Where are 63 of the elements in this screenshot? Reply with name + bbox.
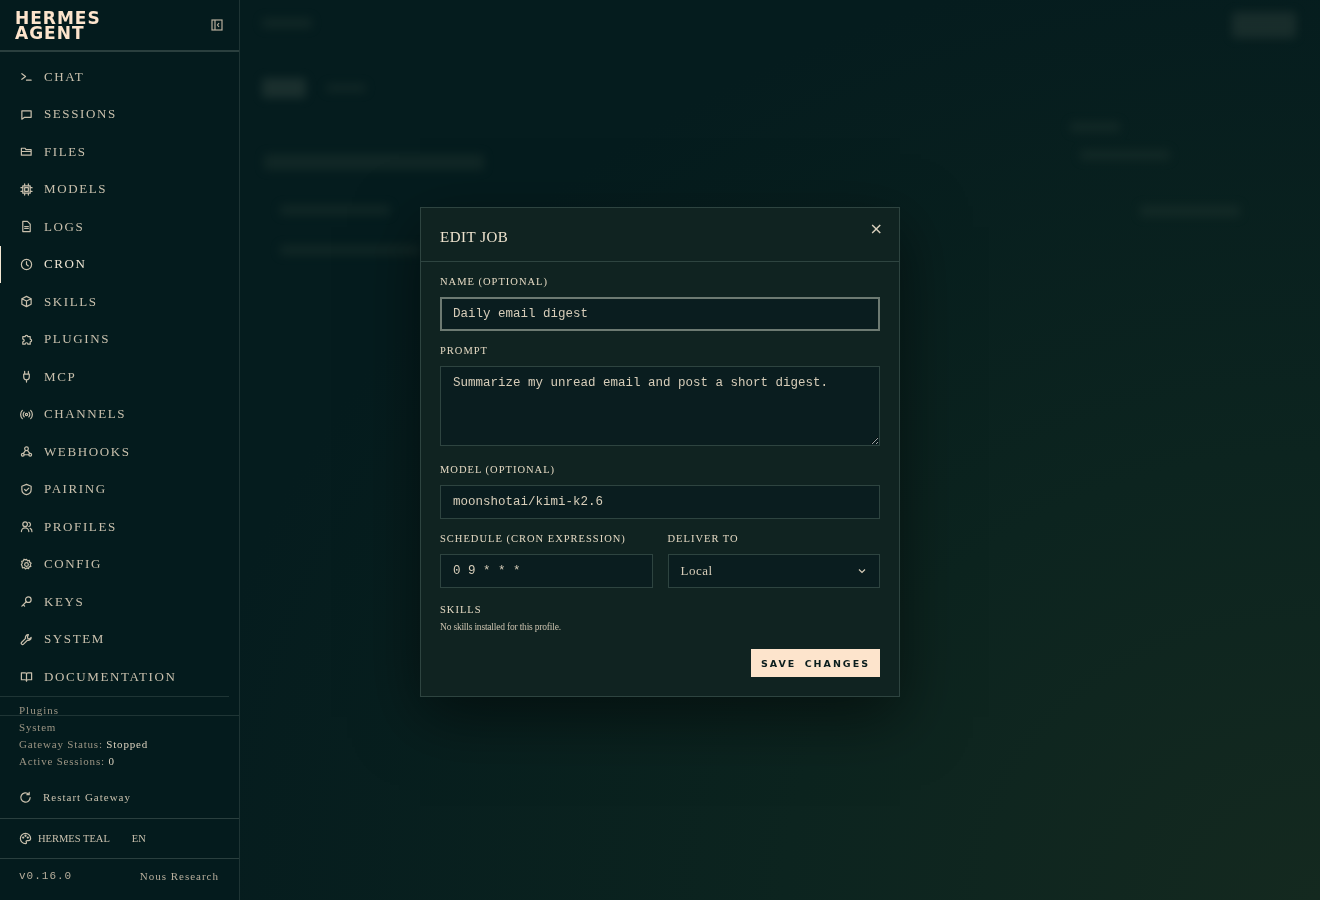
field-label: MODEL (OPTIONAL) [440, 464, 557, 477]
nav-item[interactable]: SKILLS [0, 283, 229, 321]
chevron-down-icon [857, 566, 867, 576]
nav-item[interactable]: DOCUMENTATION [0, 658, 229, 696]
shield-check-icon [20, 482, 33, 496]
system-heading: System [19, 720, 58, 733]
input-field[interactable]: 0 9 * * * [440, 554, 653, 588]
nav-item[interactable]: CONFIG [0, 545, 229, 583]
nav-item[interactable]: SYSTEM [0, 620, 229, 658]
status-line: Gateway Status: Stopped [19, 737, 149, 750]
field-label: NAME (OPTIONAL) [440, 276, 550, 289]
puzzle-icon [20, 332, 33, 346]
field-label: DELIVER TO [667, 533, 740, 546]
nav-item[interactable]: LOGS [0, 208, 229, 246]
status-line: Active Sessions: 0 [19, 754, 116, 767]
webhook-icon [20, 445, 33, 459]
theme-button[interactable]: HERMES TEAL [19, 831, 110, 845]
dialog-title: EDIT JOB [440, 229, 509, 246]
nav-item[interactable]: KEYS [0, 583, 229, 621]
nav-item[interactable]: FILES [0, 133, 229, 171]
nav-item[interactable]: MCP [0, 358, 229, 396]
wrench-icon [20, 632, 33, 646]
folder-icon [20, 145, 33, 159]
app-logo: HERMES AGENT [15, 11, 101, 41]
input-field[interactable]: Daily email digest [440, 297, 880, 331]
field-label: SKILLS [440, 604, 483, 617]
field-label: SCHEDULE (CRON EXPRESSION) [440, 533, 627, 546]
nav-item[interactable]: CRON [0, 245, 229, 283]
chat-bubble-icon [20, 107, 33, 121]
skills-note: No skills installed for this profile. [440, 622, 562, 632]
collapse-sidebar-icon[interactable] [211, 19, 223, 31]
chip-icon [20, 182, 33, 196]
select-field[interactable]: Local [667, 554, 880, 588]
terminal-icon [20, 70, 33, 84]
prompt-field[interactable]: Summarize my unread email and post a short digest. [440, 366, 880, 446]
palette-icon [19, 831, 32, 845]
refresh-icon [19, 790, 32, 804]
nav-item[interactable]: PROFILES [0, 508, 229, 546]
nav-item[interactable]: PLUGINS [0, 320, 229, 358]
nav-item[interactable]: WEBHOOKS [0, 433, 229, 471]
nav-item[interactable]: MODELS [0, 170, 229, 208]
plug-icon [20, 370, 33, 384]
credit-link[interactable]: Nous Research [139, 869, 219, 882]
cube-icon [20, 295, 33, 309]
key-icon [20, 595, 33, 609]
version-label: v0.16.0 [19, 869, 73, 882]
save-changes-button[interactable]: SAVE CHANGES [750, 649, 880, 677]
users-icon [20, 520, 33, 534]
nav-item[interactable]: SESSIONS [0, 95, 229, 133]
close-button[interactable]: × [867, 220, 885, 238]
document-icon [20, 220, 33, 234]
section-heading: Plugins [0, 696, 239, 716]
language-button[interactable]: EN [131, 832, 146, 844]
nav-item[interactable]: CHAT [0, 58, 229, 96]
nav-item[interactable]: CHANNELS [0, 395, 229, 433]
nav-item[interactable]: PAIRING [0, 470, 229, 508]
clock-icon [20, 257, 33, 271]
gear-icon [20, 557, 33, 571]
book-icon [20, 670, 33, 684]
restart-gateway-button[interactable]: Restart Gateway [19, 790, 220, 804]
broadcast-icon [20, 407, 33, 421]
field-label: PROMPT [440, 345, 489, 358]
input-field[interactable]: moonshotai/kimi-k2.6 [440, 485, 880, 519]
